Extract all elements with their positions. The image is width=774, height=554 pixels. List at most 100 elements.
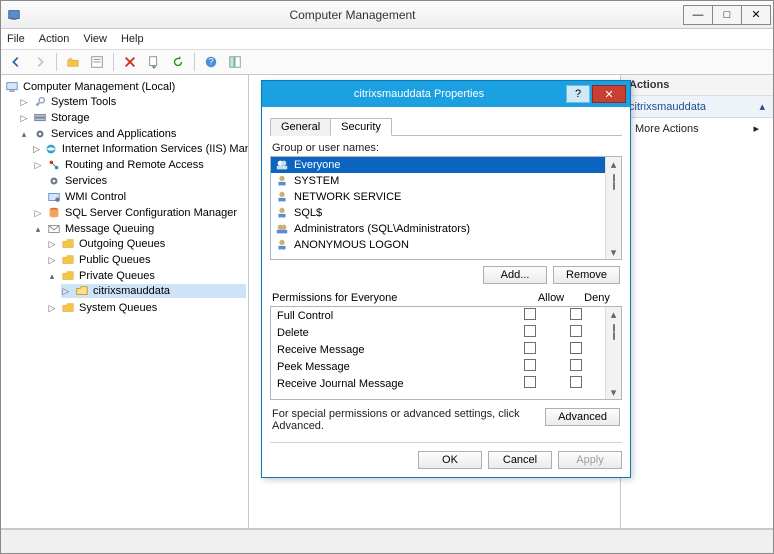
perm-label: Peek Message bbox=[277, 361, 507, 373]
tree-label: SQL Server Configuration Manager bbox=[65, 207, 237, 219]
apply-button[interactable]: Apply bbox=[558, 451, 622, 469]
center-pane: citrixsmauddata Properties ? ✕ General S… bbox=[249, 75, 621, 529]
chevron-right-icon: ▸ bbox=[753, 122, 759, 135]
expander-icon[interactable]: ▴ bbox=[33, 224, 43, 235]
export-button[interactable] bbox=[143, 52, 165, 72]
scroll-thumb[interactable] bbox=[613, 182, 615, 190]
up-button[interactable] bbox=[62, 52, 84, 72]
allow-checkbox[interactable] bbox=[524, 342, 536, 354]
user-label: Everyone bbox=[294, 159, 340, 171]
tree-rras[interactable]: ▷Routing and Remote Access bbox=[33, 158, 246, 172]
tree-label: Private Queues bbox=[79, 270, 155, 282]
allow-checkbox[interactable] bbox=[524, 359, 536, 371]
user-listbox[interactable]: Everyone SYSTEM NETWORK SERVICE SQL$ Adm… bbox=[270, 156, 622, 260]
folder-icon bbox=[61, 253, 75, 267]
menu-help[interactable]: Help bbox=[121, 33, 144, 45]
scroll-thumb[interactable] bbox=[613, 174, 615, 182]
expander-icon[interactable]: ▷ bbox=[33, 208, 43, 219]
dialog-help-button[interactable]: ? bbox=[566, 85, 590, 103]
menu-view[interactable]: View bbox=[83, 33, 107, 45]
expander-icon[interactable]: ▷ bbox=[33, 144, 40, 155]
close-button[interactable]: ✕ bbox=[741, 5, 771, 25]
ok-button[interactable]: OK bbox=[418, 451, 482, 469]
user-item[interactable]: SYSTEM bbox=[271, 173, 605, 189]
menu-action[interactable]: Action bbox=[39, 33, 70, 45]
actions-header: Actions bbox=[621, 75, 773, 96]
expander-icon[interactable]: ▷ bbox=[61, 286, 71, 297]
tree-iis[interactable]: ▷Internet Information Services (IIS) Man… bbox=[33, 142, 246, 156]
user-item[interactable]: SQL$ bbox=[271, 205, 605, 221]
actions-more[interactable]: More Actions ▸ bbox=[621, 118, 773, 139]
cancel-button[interactable]: Cancel bbox=[488, 451, 552, 469]
expander-icon[interactable]: ▷ bbox=[19, 97, 29, 108]
tree-root[interactable]: Computer Management (Local) bbox=[5, 80, 246, 94]
allow-checkbox[interactable] bbox=[524, 308, 536, 320]
perm-scrollbar[interactable]: ▴ ▾ bbox=[605, 307, 621, 399]
refresh-button[interactable] bbox=[167, 52, 189, 72]
user-label: Administrators (SQL\Administrators) bbox=[294, 223, 470, 235]
user-item-everyone[interactable]: Everyone bbox=[271, 157, 605, 173]
allow-header: Allow bbox=[528, 292, 574, 304]
scroll-thumb[interactable] bbox=[613, 332, 615, 340]
tree-queue-selected[interactable]: ▷citrixsmauddata bbox=[61, 284, 246, 298]
expander-icon[interactable]: ▷ bbox=[19, 113, 29, 124]
deny-checkbox[interactable] bbox=[570, 325, 582, 337]
tab-general[interactable]: General bbox=[270, 118, 331, 136]
tree-outgoing-queues[interactable]: ▷Outgoing Queues bbox=[47, 237, 246, 251]
listbox-scrollbar[interactable]: ▴ ▾ bbox=[605, 157, 621, 259]
deny-checkbox[interactable] bbox=[570, 342, 582, 354]
maximize-button[interactable]: □ bbox=[712, 5, 742, 25]
scroll-down-icon[interactable]: ▾ bbox=[608, 386, 620, 398]
dialog-actions: OK Cancel Apply bbox=[262, 443, 630, 477]
dialog-close-button[interactable]: ✕ bbox=[592, 85, 626, 103]
main-window: Computer Management — □ ✕ File Action Vi… bbox=[0, 0, 774, 554]
tree-msmq[interactable]: ▴ Message Queuing bbox=[33, 222, 246, 236]
add-button[interactable]: Add... bbox=[483, 266, 547, 284]
expander-icon[interactable]: ▴ bbox=[19, 129, 29, 140]
expander-icon[interactable]: ▷ bbox=[33, 160, 43, 171]
tree-label: Message Queuing bbox=[65, 223, 154, 235]
tree-system-tools[interactable]: ▷System Tools bbox=[19, 95, 246, 109]
scroll-up-icon[interactable]: ▴ bbox=[608, 158, 620, 170]
deny-checkbox[interactable] bbox=[570, 308, 582, 320]
remove-button[interactable]: Remove bbox=[553, 266, 620, 284]
tree-services[interactable]: Services bbox=[33, 174, 246, 188]
user-item[interactable]: Administrators (SQL\Administrators) bbox=[271, 221, 605, 237]
tree-private-queues[interactable]: ▴ Private Queues bbox=[47, 269, 246, 283]
expander-icon[interactable]: ▴ bbox=[47, 271, 57, 282]
tree-services-apps[interactable]: ▴Services and Applications bbox=[19, 127, 246, 141]
show-hide-button[interactable] bbox=[224, 52, 246, 72]
folder-open-icon bbox=[75, 284, 89, 298]
advanced-button[interactable]: Advanced bbox=[545, 408, 620, 426]
help-button[interactable]: ? bbox=[200, 52, 222, 72]
scroll-down-icon[interactable]: ▾ bbox=[608, 246, 620, 258]
tree-sql-cfg[interactable]: ▷ SQL Server Configuration Manager bbox=[33, 206, 246, 220]
delete-button[interactable] bbox=[119, 52, 141, 72]
deny-checkbox[interactable] bbox=[570, 359, 582, 371]
status-bar bbox=[1, 529, 773, 553]
expander-icon[interactable]: ▷ bbox=[47, 255, 57, 266]
properties-button[interactable] bbox=[86, 52, 108, 72]
menu-file[interactable]: File bbox=[7, 33, 25, 45]
scroll-thumb[interactable] bbox=[613, 324, 615, 332]
scroll-up-icon[interactable]: ▴ bbox=[608, 308, 620, 320]
forward-button[interactable] bbox=[29, 52, 51, 72]
tree-wmi[interactable]: WMI Control bbox=[33, 190, 246, 204]
expander-icon[interactable]: ▷ bbox=[47, 239, 57, 250]
user-icon bbox=[275, 206, 289, 220]
user-item[interactable]: ANONYMOUS LOGON bbox=[271, 237, 605, 253]
collapse-icon[interactable]: ▴ bbox=[759, 100, 765, 113]
tree-public-queues[interactable]: ▷Public Queues bbox=[47, 253, 246, 267]
tab-security[interactable]: Security bbox=[330, 118, 392, 136]
back-button[interactable] bbox=[5, 52, 27, 72]
minimize-button[interactable]: — bbox=[683, 5, 713, 25]
expander-icon[interactable]: ▷ bbox=[47, 303, 57, 314]
deny-checkbox[interactable] bbox=[570, 376, 582, 388]
tree-system-queues[interactable]: ▷System Queues bbox=[47, 301, 246, 315]
allow-checkbox[interactable] bbox=[524, 325, 536, 337]
allow-checkbox[interactable] bbox=[524, 376, 536, 388]
dialog-titlebar: citrixsmauddata Properties ? ✕ bbox=[262, 81, 630, 107]
user-item[interactable]: NETWORK SERVICE bbox=[271, 189, 605, 205]
actions-context[interactable]: citrixsmauddata ▴ bbox=[621, 96, 773, 118]
tree-storage[interactable]: ▷Storage bbox=[19, 111, 246, 125]
